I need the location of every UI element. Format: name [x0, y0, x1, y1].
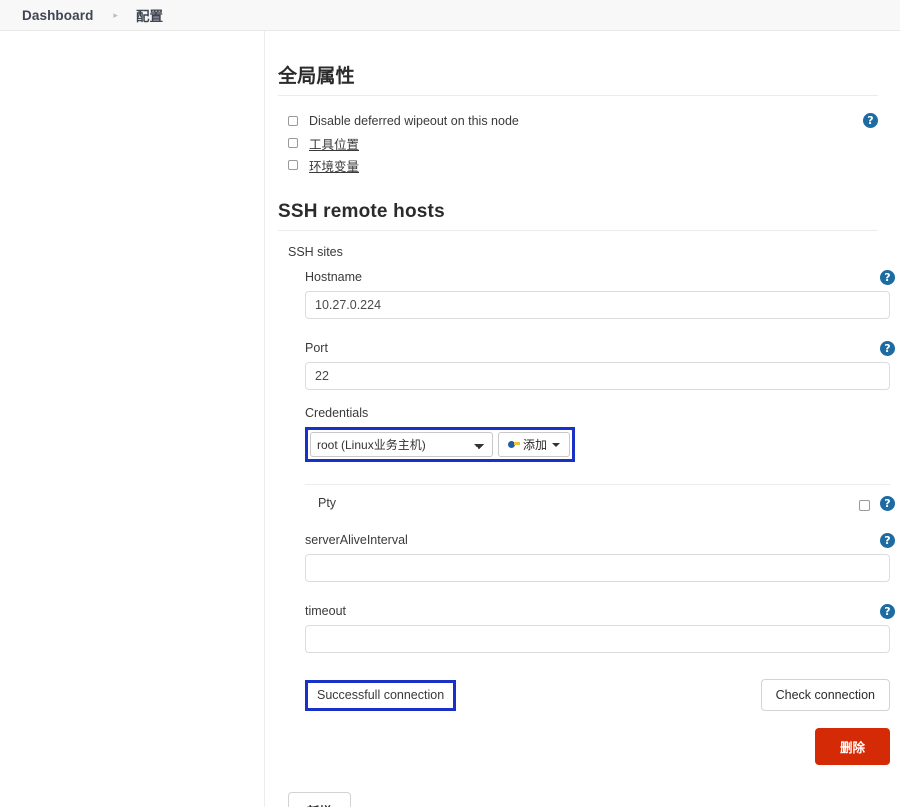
checkbox-environment-variables[interactable] [288, 160, 298, 170]
field-timeout: timeout ? [305, 604, 895, 653]
delete-row: 删除 [305, 728, 890, 765]
breadcrumb-configure[interactable]: 配置 [136, 5, 163, 25]
checkbox-label-tool-locations[interactable]: 工具位置 [309, 134, 359, 153]
breadcrumb-dashboard[interactable]: Dashboard [22, 8, 93, 23]
help-icon-timeout[interactable]: ? [880, 604, 895, 619]
field-pty: Pty ? [305, 484, 895, 511]
global-properties-heading: 全局属性 [278, 66, 355, 87]
help-icon-server-alive-interval[interactable]: ? [880, 533, 895, 548]
help-icon-hostname[interactable]: ? [880, 270, 895, 285]
status-badge: Successfull connection [305, 679, 457, 711]
input-hostname[interactable] [305, 291, 890, 319]
delete-button[interactable]: 删除 [814, 728, 890, 765]
main-content: 全局属性 Disable deferred wipeout on this no… [265, 31, 900, 807]
breadcrumb-separator-icon: ▸ [113, 9, 118, 20]
field-port: Port ? [305, 341, 895, 390]
checkbox-row-tool-locations[interactable]: 工具位置 [288, 132, 890, 154]
field-credentials: Credentials root (Linux业务主机) 添加 [305, 406, 890, 462]
field-hostname: Hostname ? [305, 270, 895, 319]
label-port: Port [305, 341, 328, 355]
add-credentials-label: 添加 [523, 438, 548, 452]
credentials-highlight-group: root (Linux业务主机) 添加 [305, 427, 576, 462]
input-timeout[interactable] [305, 625, 890, 653]
side-panel [0, 31, 265, 807]
label-server-alive-interval: serverAliveInterval [305, 533, 408, 547]
pty-divider [305, 484, 890, 485]
chevron-down-icon [552, 442, 561, 447]
label-pty: Pty [318, 496, 337, 510]
checkbox-label-environment-variables[interactable]: 环境变量 [309, 156, 359, 175]
checkbox-disable-deferred-wipeout[interactable] [288, 116, 298, 126]
credential-key-icon [508, 440, 520, 449]
label-timeout: timeout [305, 604, 346, 618]
breadcrumb: Dashboard ▸ 配置 [0, 0, 900, 31]
add-credentials-button[interactable]: 添加 [498, 432, 571, 457]
field-server-alive-interval: serverAliveInterval ? [305, 533, 895, 582]
check-connection-button[interactable]: Check connection [760, 679, 890, 711]
help-icon-port[interactable]: ? [880, 341, 895, 356]
checkbox-pty[interactable] [859, 500, 870, 511]
input-server-alive-interval[interactable] [305, 554, 890, 582]
connection-status-row: Successfull connection Check connection [305, 679, 890, 711]
page-body: 全局属性 Disable deferred wipeout on this no… [0, 31, 900, 807]
checkbox-row-disable-deferred-wipeout[interactable]: Disable deferred wipeout on this node ? [288, 110, 890, 132]
label-hostname: Hostname [305, 270, 362, 284]
input-port[interactable] [305, 362, 890, 390]
select-credentials[interactable]: root (Linux业务主机) [310, 432, 493, 457]
add-new-site-button[interactable]: 新增 [288, 792, 352, 807]
ssh-remote-hosts-heading: SSH remote hosts [278, 201, 445, 222]
checkbox-row-environment-variables[interactable]: 环境变量 [288, 154, 890, 176]
ssh-sites-label: SSH sites [288, 245, 343, 259]
global-properties-divider [278, 95, 878, 96]
checkbox-label-disable-deferred-wipeout: Disable deferred wipeout on this node [309, 114, 519, 128]
help-icon-disable-deferred-wipeout[interactable]: ? [863, 113, 878, 128]
help-icon-pty[interactable]: ? [880, 496, 895, 511]
checkbox-tool-locations[interactable] [288, 138, 298, 148]
ssh-remote-hosts-divider [278, 230, 878, 231]
add-new-row: 新增 [288, 792, 890, 807]
label-credentials: Credentials [305, 406, 369, 420]
